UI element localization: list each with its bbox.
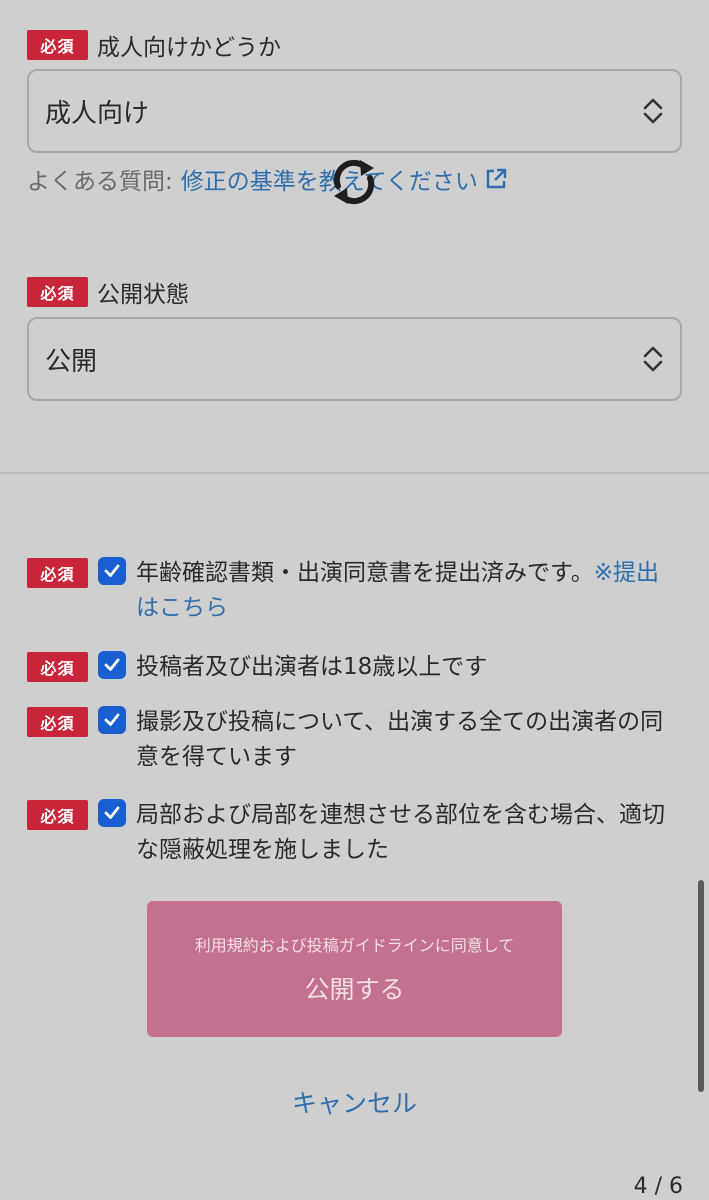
check-text-documents: 年齢確認書類・出演同意書を提出済みです。※提出はこちら [136, 556, 676, 626]
scrollbar[interactable] [698, 880, 704, 1092]
check-row-censorship: 必須 局部および局部を連想させる部位を含む場合、適切な隠蔽処理を施しました [27, 798, 676, 868]
publish-button[interactable]: 利用規約および投稿ガイドラインに同意して 公開する [147, 901, 562, 1037]
required-badge: 必須 [27, 30, 88, 60]
cancel-link[interactable]: キャンセル [0, 1084, 709, 1120]
checkbox-consent[interactable] [98, 706, 126, 734]
check-text-censorship: 局部および局部を連想させる部位を含む場合、適切な隠蔽処理を施しました [136, 802, 665, 863]
check-label: 年齢確認書類・出演同意書を提出済みです。 [136, 560, 594, 586]
check-text-age: 投稿者及び出演者は18歳以上です [136, 654, 488, 680]
visibility-field-label: 公開状態 [97, 282, 189, 308]
adult-select-value: 成人向け [45, 98, 150, 129]
faq-prefix: よくある質問: [27, 169, 173, 195]
external-link-icon[interactable] [484, 167, 508, 191]
checkmark-icon [104, 564, 120, 577]
adult-select[interactable]: 成人向け [27, 69, 682, 153]
page-indicator: 4 / 6 [633, 1174, 683, 1199]
check-text-consent: 撮影及び投稿について、出演する全ての出演者の同意を得ています [136, 709, 664, 770]
visibility-field-label-row: 必須 公開状態 [27, 275, 189, 309]
checkmark-icon [104, 713, 120, 726]
check-row-consent: 必須 撮影及び投稿について、出演する全ての出演者の同意を得ています [27, 705, 676, 775]
checkmark-icon [104, 658, 120, 671]
required-badge: 必須 [27, 707, 88, 737]
checkbox-age[interactable] [98, 651, 126, 679]
visibility-select-value: 公開 [45, 346, 98, 377]
visibility-select[interactable]: 公開 [27, 317, 682, 401]
checkbox-censorship[interactable] [98, 799, 126, 827]
adult-field-label-row: 必須 成人向けかどうか [27, 28, 281, 62]
chevron-updown-icon [643, 346, 663, 372]
section-divider [0, 472, 709, 474]
required-badge: 必須 [27, 800, 88, 830]
chevron-updown-icon [643, 98, 663, 124]
check-row-age: 必須 投稿者及び出演者は18歳以上です [27, 650, 676, 685]
required-badge: 必須 [27, 277, 88, 307]
required-badge: 必須 [27, 652, 88, 682]
loading-refresh-icon [333, 159, 375, 205]
publish-button-label: 公開する [304, 975, 405, 1004]
upload-form-page: 必須 成人向けかどうか 成人向け よくある質問: 修正の基準を教えてください 必… [0, 0, 709, 1200]
checkmark-icon [104, 806, 120, 819]
check-row-documents: 必須 年齢確認書類・出演同意書を提出済みです。※提出はこちら [27, 556, 676, 626]
checkbox-documents[interactable] [98, 557, 126, 585]
adult-field-label: 成人向けかどうか [97, 35, 281, 61]
required-badge: 必須 [27, 558, 88, 588]
publish-button-sublabel: 利用規約および投稿ガイドラインに同意して [194, 936, 515, 955]
faq-row: よくある質問: 修正の基準を教えてください [27, 162, 508, 196]
